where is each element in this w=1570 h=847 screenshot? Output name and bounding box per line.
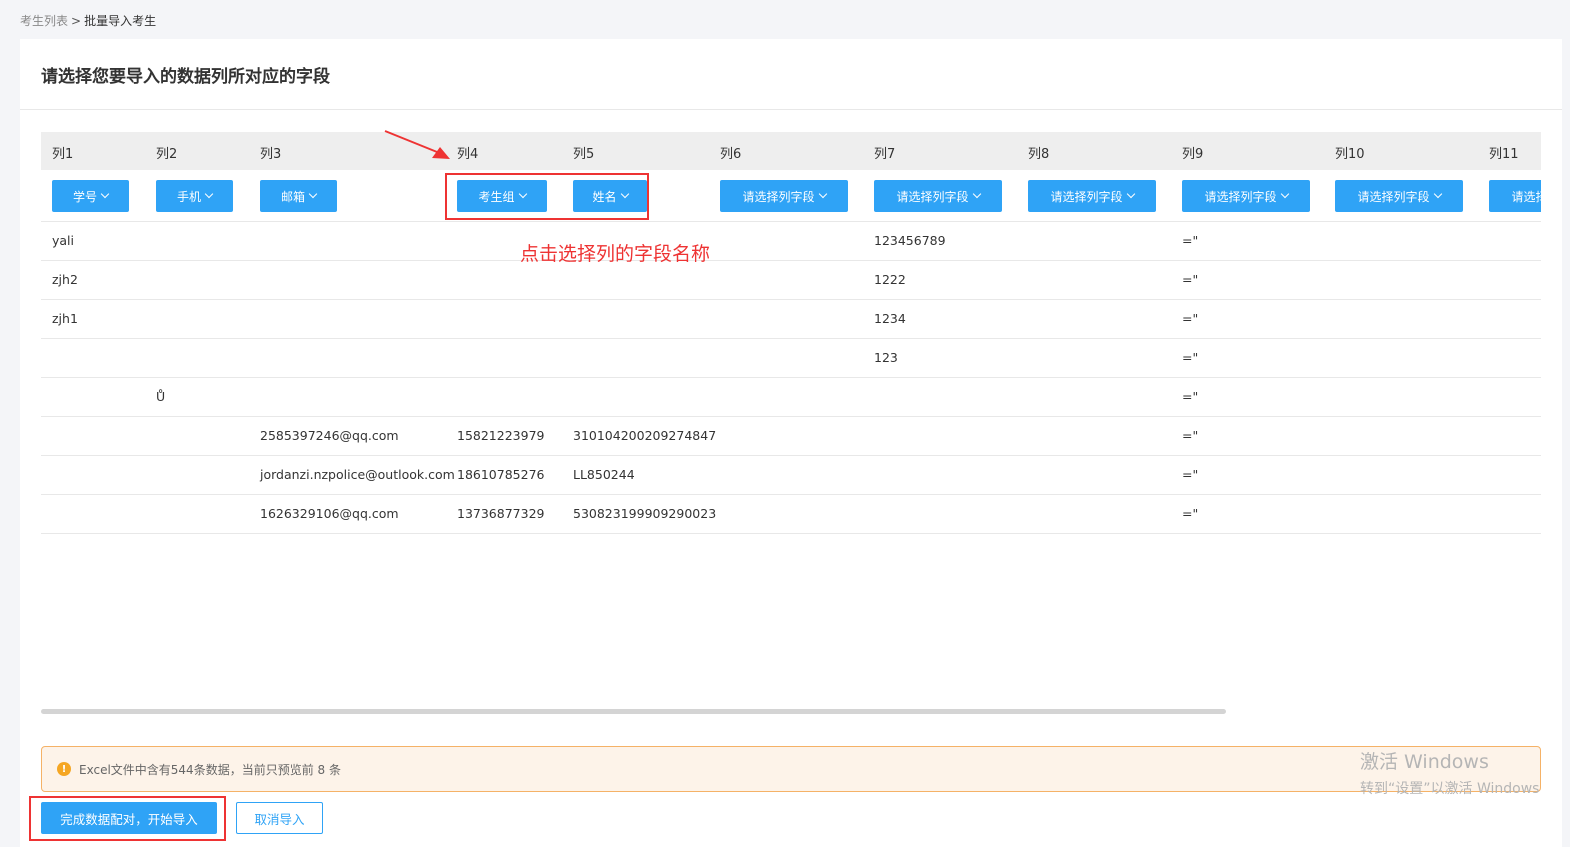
chevron-down-icon — [818, 189, 827, 199]
table-cell: =" — [1182, 272, 1199, 287]
table-cell: 123456789 — [874, 233, 946, 248]
table-cell: =" — [1182, 467, 1199, 482]
table-cell: =" — [1182, 233, 1199, 248]
import-card: 请选择您要导入的数据列所对应的字段 列1 列2 列3 列4 列5 列6 列7 列8 列9 列10 列… — [20, 39, 1562, 847]
table-cell: =" — [1182, 506, 1199, 521]
field-select-dropdown[interactable]: 请选择列字段 — [720, 180, 848, 212]
field-select-label: 请选择列字段 — [742, 189, 815, 204]
table-cell: =" — [1182, 428, 1199, 443]
column-mapping-table: 列1 列2 列3 列4 列5 列6 列7 列8 列9 列10 列11 学号 手机 邮箱 考生组 姓名 请选择列… — [41, 132, 1541, 534]
breadcrumb-current: 批量导入考生 — [84, 14, 157, 28]
column-label: 列8 — [1028, 147, 1050, 162]
annotation-text: 点击选择列的字段名称 — [520, 243, 711, 265]
column-label: 列10 — [1335, 147, 1365, 162]
breadcrumb-separator: > — [71, 14, 82, 28]
field-select-dropdown[interactable]: 请选择列字段 — [1335, 180, 1463, 212]
column-label: 列9 — [1182, 147, 1204, 162]
field-select-dropdown[interactable]: 手机 — [156, 180, 233, 212]
field-select-dropdown[interactable]: 学号 — [52, 180, 129, 212]
table-cell: zjh1 — [52, 311, 78, 326]
chevron-down-icon — [1126, 189, 1135, 199]
table-cell: 2585397246@qq.com — [260, 428, 399, 443]
table-cell: =" — [1182, 389, 1199, 404]
field-select-label: 学号 — [72, 189, 97, 204]
table-row: zjh1 1234 =" — [41, 300, 1541, 339]
table-cell: yali — [52, 233, 75, 248]
column-label: 列7 — [874, 147, 896, 162]
table-cell: =" — [1182, 350, 1199, 365]
card-header: 请选择您要导入的数据列所对应的字段 — [20, 39, 1562, 110]
table-cell: 18610785276 — [457, 467, 545, 482]
table-cell: 15821223979 — [457, 428, 545, 443]
field-select-label: 请选择列字段 — [1050, 189, 1123, 204]
field-select-row: 学号 手机 邮箱 考生组 姓名 请选择列字段 请选择列字段 请选择列字段 请选择列字段 请选择列字… — [41, 170, 1541, 222]
column-label: 列11 — [1489, 147, 1519, 162]
field-select-label: 请选择列字段 — [1511, 189, 1541, 204]
preview-alert: ! Excel文件中含有544条数据，当前只预览前 8 条 — [41, 746, 1541, 792]
table-row: 2585397246@qq.com 15821223979 310104200209… — [41, 417, 1541, 456]
field-select-dropdown[interactable]: 邮箱 — [260, 180, 337, 212]
windows-activation-watermark: 激活 Windows 转到“设置”以激活 Windows — [1360, 747, 1539, 798]
breadcrumb-parent-link[interactable]: 考生列表 — [20, 14, 68, 28]
column-label: 列5 — [573, 147, 595, 162]
watermark-line1: 激活 Windows — [1360, 751, 1489, 773]
table-cell: zjh2 — [52, 272, 78, 287]
table-row: jordanzi.nzpolice@outlook.com 18610785276… — [41, 456, 1541, 495]
table-cell: 310104200209274847 — [573, 428, 717, 443]
chevron-down-icon — [100, 189, 110, 199]
field-select-label: 请选择列字段 — [1204, 189, 1277, 204]
column-label: 列4 — [457, 147, 479, 162]
column-label: 列1 — [52, 147, 74, 162]
table-cell: 530823199909290023 — [573, 506, 717, 521]
cancel-import-button[interactable]: 取消导入 — [236, 802, 323, 834]
page-title: 请选择您要导入的数据列所对应的字段 — [41, 66, 330, 87]
column-header-row: 列1 列2 列3 列4 列5 列6 列7 列8 列9 列10 列11 — [41, 132, 1541, 170]
highlight-box-confirm — [29, 796, 226, 841]
horizontal-scrollbar[interactable] — [41, 709, 1226, 714]
chevron-down-icon — [1280, 189, 1289, 199]
table-row: zjh2 1222 =" — [41, 261, 1541, 300]
annotation-arrow-icon — [384, 130, 450, 159]
table-cell: 13736877329 — [457, 506, 545, 521]
field-select-dropdown[interactable]: 请选择列字段 — [1028, 180, 1156, 212]
table-cell: 1234 — [874, 311, 906, 326]
field-select-dropdown[interactable]: 请选择列字段 — [1489, 180, 1541, 212]
table-cell: 1222 — [874, 272, 906, 287]
breadcrumb: 考生列表 > 批量导入考生 — [20, 12, 156, 29]
table-cell: 123 — [874, 350, 898, 365]
column-label: 列3 — [260, 147, 282, 162]
table-cell: LL850244 — [573, 467, 635, 482]
chevron-down-icon — [204, 189, 214, 199]
table-cell: jordanzi.nzpolice@outlook.com — [260, 467, 455, 482]
table-row: yali 123456789 =" — [41, 222, 1541, 261]
table-cell: Ů — [156, 389, 166, 404]
field-select-label: 手机 — [176, 189, 201, 204]
table-row: 123 =" — [41, 339, 1541, 378]
column-label: 列6 — [720, 147, 742, 162]
chevron-down-icon — [972, 189, 981, 199]
field-select-label: 请选择列字段 — [1357, 189, 1430, 204]
table-cell: 1626329106@qq.com — [260, 506, 399, 521]
field-select-label: 请选择列字段 — [896, 189, 969, 204]
field-select-dropdown[interactable]: 请选择列字段 — [1182, 180, 1310, 212]
table-row: Ů =" — [41, 378, 1541, 417]
warning-icon: ! — [57, 762, 71, 776]
field-select-label: 邮箱 — [280, 189, 305, 204]
table-cell: =" — [1182, 311, 1199, 326]
chevron-down-icon — [1433, 189, 1442, 199]
highlight-box-fields — [445, 173, 649, 220]
watermark-line2: 转到“设置”以激活 Windows — [1360, 781, 1540, 797]
chevron-down-icon — [308, 189, 318, 199]
table-row: 1626329106@qq.com 13736877329 530823199909… — [41, 495, 1541, 534]
column-label: 列2 — [156, 147, 178, 162]
field-select-dropdown[interactable]: 请选择列字段 — [874, 180, 1002, 212]
alert-text: Excel文件中含有544条数据，当前只预览前 8 条 — [79, 762, 341, 777]
